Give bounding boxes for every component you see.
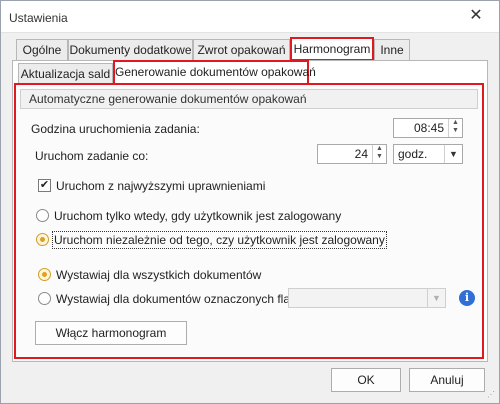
enable-schedule-button[interactable]: Włącz harmonogram [35,321,187,345]
info-icon[interactable]: i [459,290,475,306]
start-time-value: 08:45 [413,121,444,135]
highest-privileges-label: Uruchom z najwyższymi uprawnieniami [56,179,266,193]
radio-flagged-documents[interactable] [38,292,51,305]
generation-panel: Automatyczne generowanie dokumentów opak… [14,83,484,359]
flag-select[interactable]: ▼ [288,288,446,308]
start-time-label: Godzina uruchomienia zadania: [31,122,200,136]
tab-inne[interactable]: Inne [374,39,410,61]
tab-generowanie-dokumentow[interactable]: Generowanie dokumentów opakowań [113,60,316,85]
radio-all-documents[interactable] [38,268,51,281]
radio-regardless-logged[interactable] [36,233,49,246]
title-bar: Ustawienia ✕ [1,1,499,33]
start-time-stepper[interactable]: 08:45 ▲ ▼ [393,118,463,138]
spin-buttons-icon[interactable]: ▲ ▼ [372,145,386,163]
cancel-button[interactable]: Anuluj [409,368,485,392]
chevron-down-icon[interactable]: ▼ [444,145,462,163]
radio-logged-only[interactable] [36,209,49,222]
run-every-value: 24 [354,147,368,161]
tab-harmonogram[interactable]: Harmonogram [290,37,374,61]
run-every-stepper[interactable]: 24 ▲ ▼ [317,144,387,164]
resize-grip-icon[interactable]: ⋰ [487,390,495,399]
tab-dokumenty-dodatkowe[interactable]: Dokumenty dodatkowe [68,39,193,61]
close-icon[interactable]: ✕ [467,7,485,25]
run-every-unit-value: godz. [398,147,428,161]
radio-regardless-logged-label: Uruchom niezależnie od tego, czy użytkow… [52,231,387,249]
run-every-label: Uruchom zadanie co: [35,149,149,163]
radio-flagged-documents-label: Wystawiaj dla dokumentów oznaczonych fla… [56,292,304,306]
tab-aktualizacja-sald[interactable]: Aktualizacja sald [18,63,113,85]
tab-ogolne[interactable]: Ogólne [16,39,68,61]
settings-dialog: Ustawienia ✕ Ogólne Dokumenty dodatkowe … [0,0,500,404]
group-header: Automatyczne generowanie dokumentów opak… [20,89,478,109]
dialog-title: Ustawienia [9,11,68,25]
highest-privileges-checkbox[interactable]: ✔ [38,179,51,192]
tab-zwrot-opakowan[interactable]: Zwrot opakowań [193,39,290,61]
radio-logged-only-label: Uruchom tylko wtedy, gdy użytkownik jest… [54,209,342,223]
chevron-down-icon[interactable]: ▼ [427,289,445,307]
ok-button[interactable]: OK [331,368,401,392]
radio-all-documents-label: Wystawiaj dla wszystkich dokumentów [56,268,262,282]
spin-buttons-icon[interactable]: ▲ ▼ [448,119,462,137]
run-every-unit-select[interactable]: godz. ▼ [393,144,463,164]
